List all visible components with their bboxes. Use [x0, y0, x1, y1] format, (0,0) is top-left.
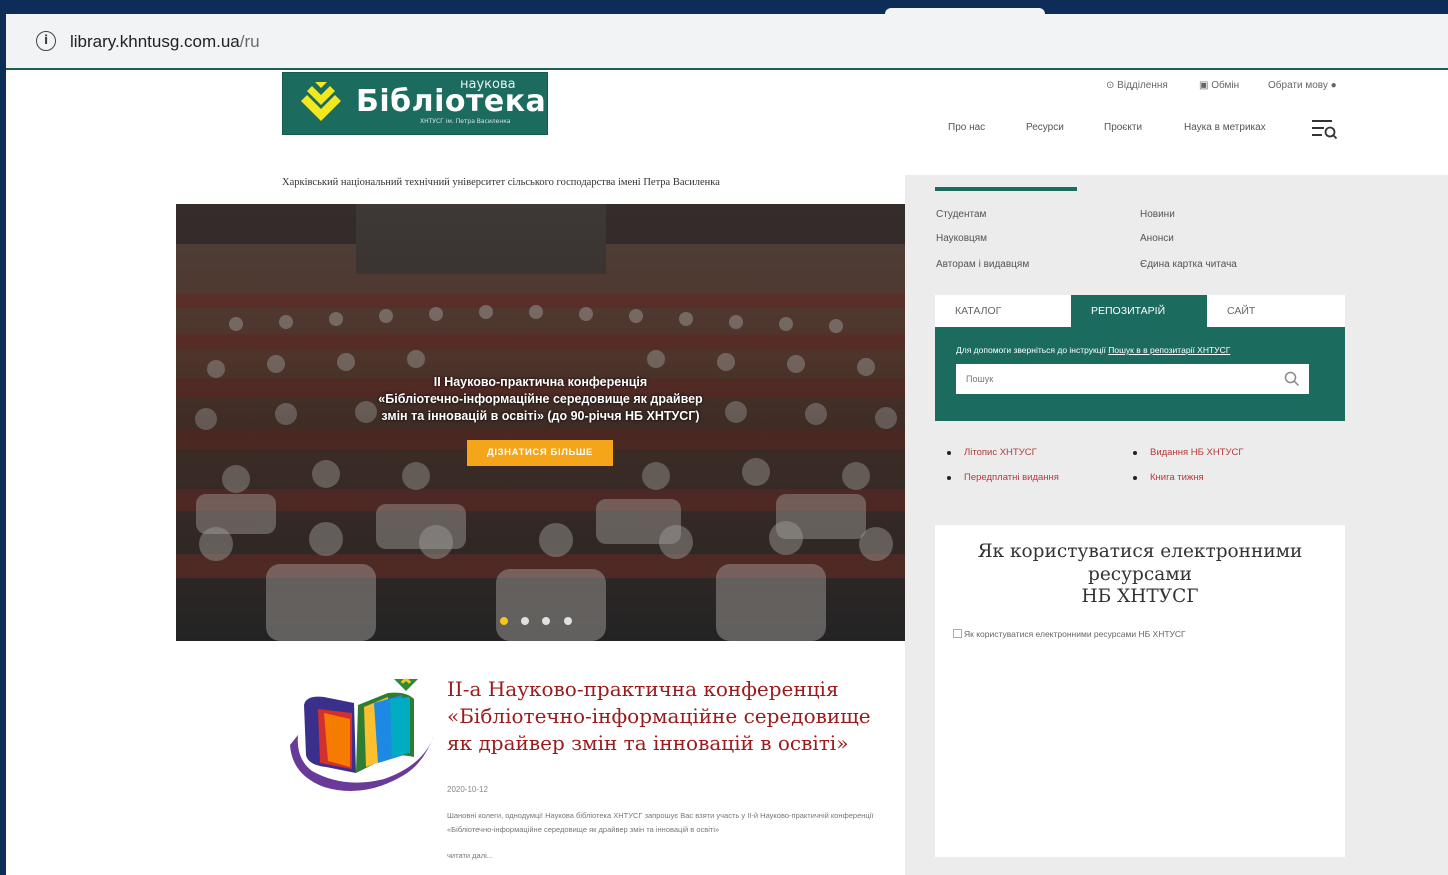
tab-site[interactable]: САЙТ: [1207, 295, 1345, 327]
gift-icon: ▣: [1199, 80, 1209, 91]
slider-dot-3[interactable]: [542, 617, 550, 625]
search-hint: Для допомоги зверніться до інструкції По…: [956, 345, 1230, 355]
sidebar-accent-bar: [935, 187, 1077, 191]
url-path: /ru: [239, 32, 260, 51]
resource-label: Літопис ХНТУСГ: [964, 447, 1037, 458]
sidebar-link-scientists[interactable]: Науковцям: [936, 233, 987, 244]
tab-catalog[interactable]: КАТАЛОГ: [935, 295, 1071, 327]
bullet-icon: [1133, 476, 1137, 480]
search-panel: Для допомоги зверніться до інструкції По…: [935, 327, 1345, 421]
url-host: library.khntusg.com.ua: [70, 32, 240, 51]
logo-title: Бібліотека: [356, 84, 547, 119]
how-title-line-1: Як користуватися електронними: [977, 541, 1303, 562]
slider-dot-1[interactable]: [500, 617, 508, 625]
nav-about[interactable]: Про нас: [948, 122, 985, 133]
util-link-label: Обмін: [1211, 80, 1240, 91]
globe-icon: ●: [1330, 80, 1337, 91]
right-sidebar: Студентам Науковцям Авторам і видавцям Н…: [905, 175, 1448, 875]
university-name: Харківський національний технічний уніве…: [282, 177, 720, 188]
image-alt-text: Як користуватися електронними ресурсами …: [964, 629, 1186, 639]
util-link-branches[interactable]: ⊙ Відділення: [1106, 80, 1168, 91]
news-date: 2020-10-12: [447, 785, 488, 794]
nav-projects[interactable]: Проєкти: [1104, 122, 1142, 133]
url-field[interactable]: i library.khntusg.com.ua/ru: [18, 20, 1442, 62]
info-icon[interactable]: i: [36, 31, 56, 51]
sidebar-link-announcements[interactable]: Анонси: [1140, 233, 1174, 244]
location-pin-icon: ⊙: [1106, 80, 1115, 91]
search-instruction-link[interactable]: Пошук в в репозитарії ХНТУСГ: [1108, 345, 1230, 355]
how-title-line-3: НБ ХНТУСГ: [1081, 586, 1199, 607]
web-page: наукова Бібліотека ХНТУСГ ім. Петра Васи…: [6, 70, 1448, 875]
bullet-icon: [947, 451, 951, 455]
hero-line-1: II Науково-практична конференція: [433, 375, 648, 389]
browser-titlebar: [0, 0, 1448, 14]
search-tabs: КАТАЛОГ РЕПОЗИТАРІЙ САЙТ: [935, 295, 1345, 327]
nav-science-metrics[interactable]: Наука в метриках: [1184, 122, 1266, 133]
util-link-label: Обрати мову: [1268, 80, 1328, 91]
news-description: Шановні колеги, однодумці! Наукова біблі…: [447, 811, 874, 834]
tab-repository[interactable]: РЕПОЗИТАРІЙ: [1071, 295, 1207, 327]
sidebar-link-authors[interactable]: Авторам і видавцям: [936, 259, 1029, 270]
search-widget: КАТАЛОГ РЕПОЗИТАРІЙ САЙТ Для допомоги зв…: [935, 295, 1345, 421]
slider-dot-2[interactable]: [521, 617, 529, 625]
logo-subtitle: ХНТУСГ ім. Петра Василенка: [420, 118, 511, 125]
resource-label: Передплатні видання: [964, 472, 1059, 483]
hero-caption: II Науково-практична конференція «Бібліо…: [176, 374, 905, 425]
menu-search-icon[interactable]: [1310, 118, 1338, 140]
util-link-label: Відділення: [1117, 80, 1168, 91]
url-text[interactable]: library.khntusg.com.ua/ru: [70, 32, 260, 52]
how-title-line-2: ресурсами: [1088, 563, 1192, 585]
news-title-link[interactable]: II-а Науково-практична конференція «Бібл…: [447, 676, 887, 757]
conference-book-logo[interactable]: [284, 675, 439, 800]
hero-slider[interactable]: II Науково-практична конференція «Бібліо…: [176, 204, 905, 641]
slider-dot-4[interactable]: [564, 617, 572, 625]
how-to-use-title: Як користуватися електронними ресурсами …: [935, 541, 1345, 609]
learn-more-button[interactable]: ДІЗНАТИСЯ БІЛЬШЕ: [467, 440, 613, 466]
search-hint-text: Для допомоги зверніться до інструкції: [956, 345, 1109, 355]
sidebar-link-news[interactable]: Новини: [1140, 209, 1175, 220]
search-icon[interactable]: [1283, 370, 1301, 388]
how-to-use-image[interactable]: Як користуватися електронними ресурсами …: [953, 629, 1186, 639]
chevron-logo-icon: [301, 82, 341, 121]
resource-label: Книга тижня: [1150, 472, 1204, 483]
bullet-icon: [947, 476, 951, 480]
search-input[interactable]: [956, 364, 1309, 394]
util-link-language[interactable]: Обрати мову ●: [1268, 80, 1337, 91]
how-to-use-card: Як користуватися електронними ресурсами …: [935, 525, 1345, 857]
hero-line-2: «Бібліотечно-інформаційне середовище як …: [378, 392, 703, 406]
read-more-link[interactable]: читати далі...: [447, 851, 493, 860]
sidebar-link-students[interactable]: Студентам: [936, 209, 986, 220]
hero-line-3: змін та інновацій в освіті» (до 90-річчя…: [381, 409, 700, 423]
nav-resources[interactable]: Ресурси: [1026, 122, 1064, 133]
broken-image-icon: [953, 629, 962, 638]
address-bar: i library.khntusg.com.ua/ru: [6, 14, 1448, 68]
resource-label: Видання НБ ХНТУСГ: [1150, 447, 1244, 458]
library-logo[interactable]: наукова Бібліотека ХНТУСГ ім. Петра Васи…: [282, 72, 548, 135]
bullet-icon: [1133, 451, 1137, 455]
sidebar-link-reader-card[interactable]: Єдина картка читача: [1140, 259, 1237, 270]
util-link-exchange[interactable]: ▣ Обмін: [1199, 80, 1239, 91]
